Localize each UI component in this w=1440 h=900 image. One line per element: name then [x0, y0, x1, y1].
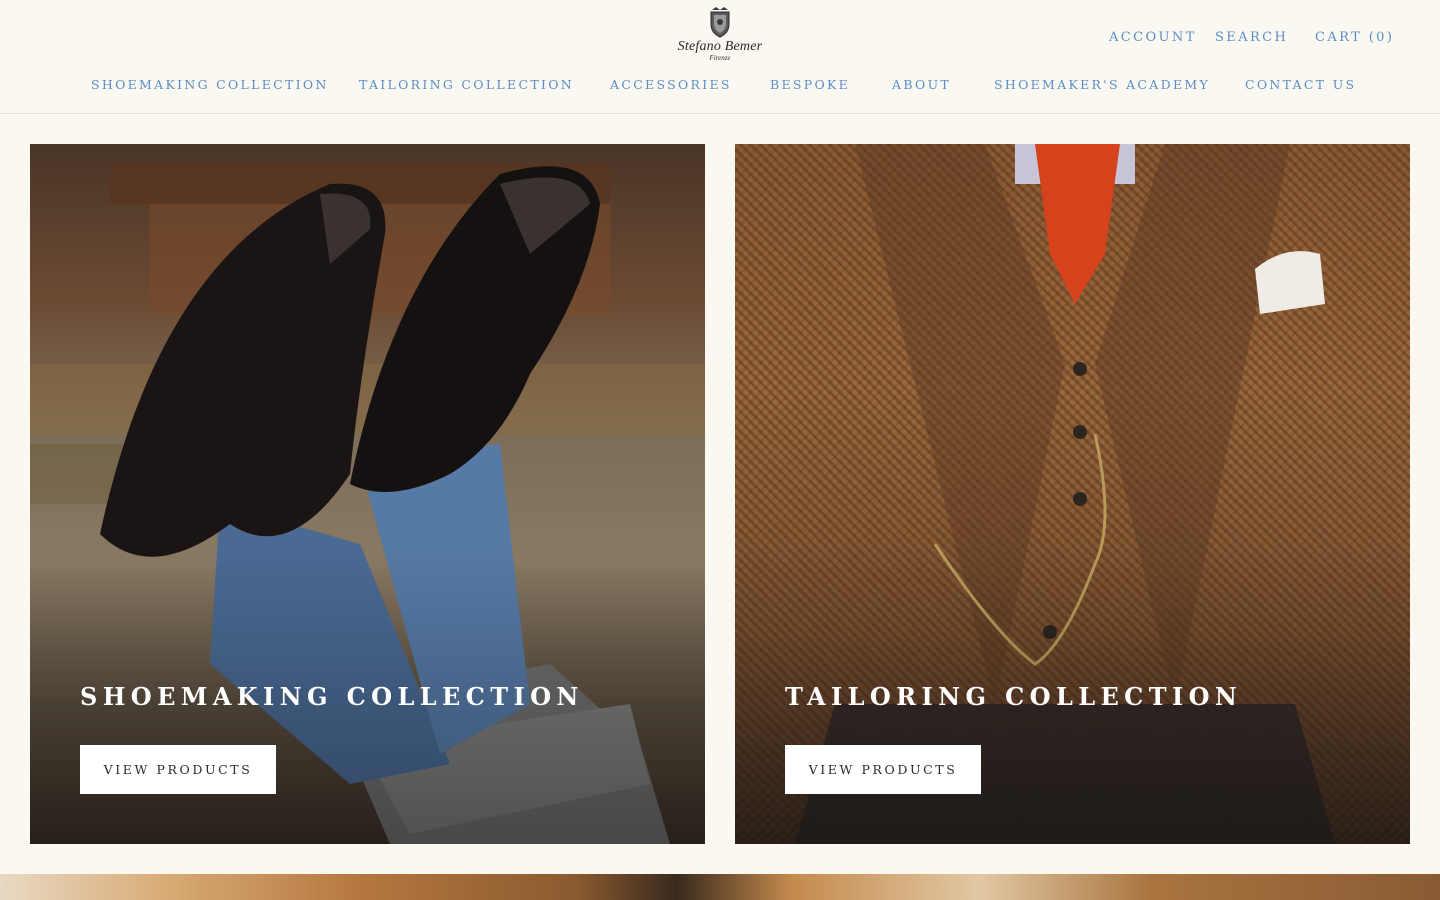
nav-tailoring-collection[interactable]: TAILORING COLLECTION — [359, 77, 574, 92]
account-link[interactable]: ACCOUNT — [1109, 30, 1197, 45]
brand-name: Stefano Bemer — [677, 39, 763, 54]
site-header: Stefano Bemer Firenze ACCOUNT SEARCH CAR… — [0, 0, 1440, 114]
nav-shoemaking-collection[interactable]: SHOEMAKING COLLECTION — [91, 77, 329, 92]
tailoring-collection-card[interactable]: TAILORING COLLECTION VIEW PRODUCTS — [735, 144, 1410, 844]
next-section-banner-image — [0, 874, 1440, 900]
card-title: TAILORING COLLECTION — [785, 682, 1243, 711]
brand-city: Firenze — [709, 54, 731, 62]
card-title: SHOEMAKING COLLECTION — [80, 682, 584, 711]
nav-shoemakers-academy[interactable]: SHOEMAKER'S ACADEMY — [994, 77, 1210, 92]
nav-contact-us[interactable]: CONTACT US — [1245, 77, 1356, 92]
view-products-button[interactable]: VIEW PRODUCTS — [785, 745, 981, 794]
shoemaking-collection-card[interactable]: SHOEMAKING COLLECTION VIEW PRODUCTS — [30, 144, 705, 844]
cart-link[interactable]: CART (0) — [1315, 30, 1394, 45]
nav-about[interactable]: ABOUT — [892, 77, 951, 92]
nav-accessories[interactable]: ACCESSORIES — [610, 77, 732, 92]
view-products-button[interactable]: VIEW PRODUCTS — [80, 745, 276, 794]
nav-bespoke[interactable]: BESPOKE — [770, 77, 850, 92]
crest-icon — [710, 7, 730, 38]
search-link[interactable]: SEARCH — [1215, 30, 1288, 45]
brand-logo[interactable]: Stefano Bemer Firenze — [665, 6, 775, 68]
